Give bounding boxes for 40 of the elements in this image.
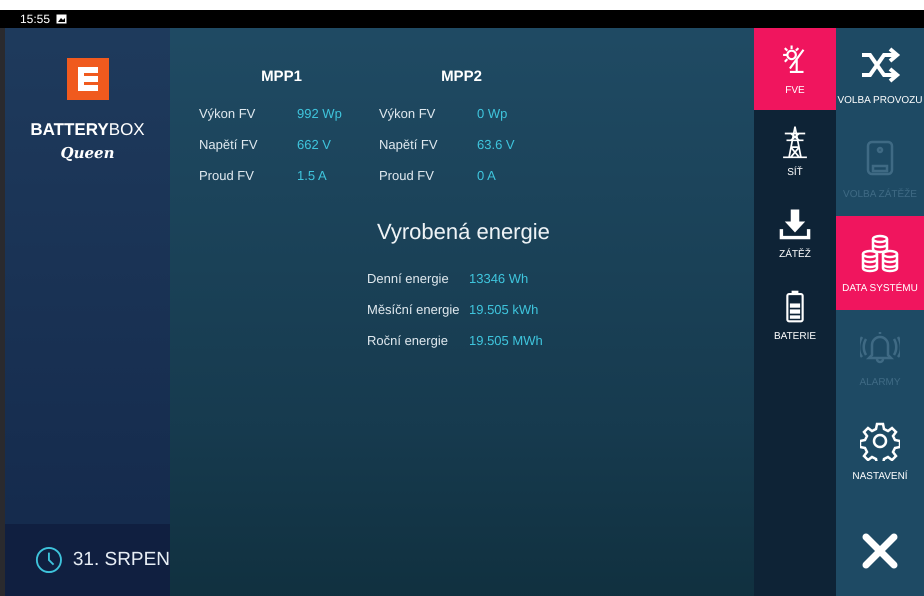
section-title: MPP1 <box>260 68 303 87</box>
section-heading: Vyrobená energie <box>377 219 551 246</box>
status-time: 15:55 <box>20 12 50 26</box>
menu-item[interactable]: VOLBA PROVOZU <box>836 28 924 122</box>
field-label: Napětí FV <box>379 137 439 154</box>
image-icon <box>56 14 68 24</box>
clock-icon <box>35 545 63 575</box>
field-value: 992 Wp <box>297 106 342 123</box>
date-label: 31. SRPEN <box>72 549 170 571</box>
field-value: 1.5 A <box>297 168 327 185</box>
field-label: Napětí FV <box>199 137 259 154</box>
brand-name: BATTERYBOX <box>30 120 145 140</box>
settings-icon <box>860 420 900 460</box>
field-value: 19.505 kWh <box>469 302 538 319</box>
field-value: 662 V <box>297 137 331 154</box>
field-label: Proud FV <box>379 168 435 185</box>
shuffle-icon <box>860 44 900 84</box>
field-label: Výkon FV <box>379 106 436 123</box>
close-icon <box>860 531 900 571</box>
logo-icon <box>66 58 108 100</box>
submenu-tab[interactable]: BATERIE <box>754 274 836 356</box>
submenu-tab[interactable]: SÍŤ <box>754 110 836 192</box>
brand-subtitle: Queen <box>60 144 114 162</box>
submenu-tab[interactable]: ZÁTĚŽ <box>754 192 836 274</box>
download-icon <box>778 206 812 240</box>
menu-item[interactable]: NASTAVENÍ <box>836 404 924 498</box>
field-value: 19.505 MWh <box>469 333 543 350</box>
field-label: Denní energie <box>367 271 450 288</box>
field-value: 0 Wp <box>477 106 508 123</box>
field-value: 13346 Wh <box>469 271 528 288</box>
field-label: Měsíční energie <box>367 302 460 319</box>
field-label: Výkon FV <box>199 106 256 123</box>
menu-item[interactable]: DATA SYSTÉMU <box>836 216 924 310</box>
field-value: 63.6 V <box>477 137 515 154</box>
field-value: 0 A <box>477 168 496 185</box>
field-label: Roční energie <box>367 333 449 350</box>
field-label: Proud FV <box>199 168 255 185</box>
database-icon <box>860 232 900 272</box>
section-title: MPP2 <box>440 68 483 87</box>
submenu-tab[interactable]: FVE <box>754 28 836 110</box>
